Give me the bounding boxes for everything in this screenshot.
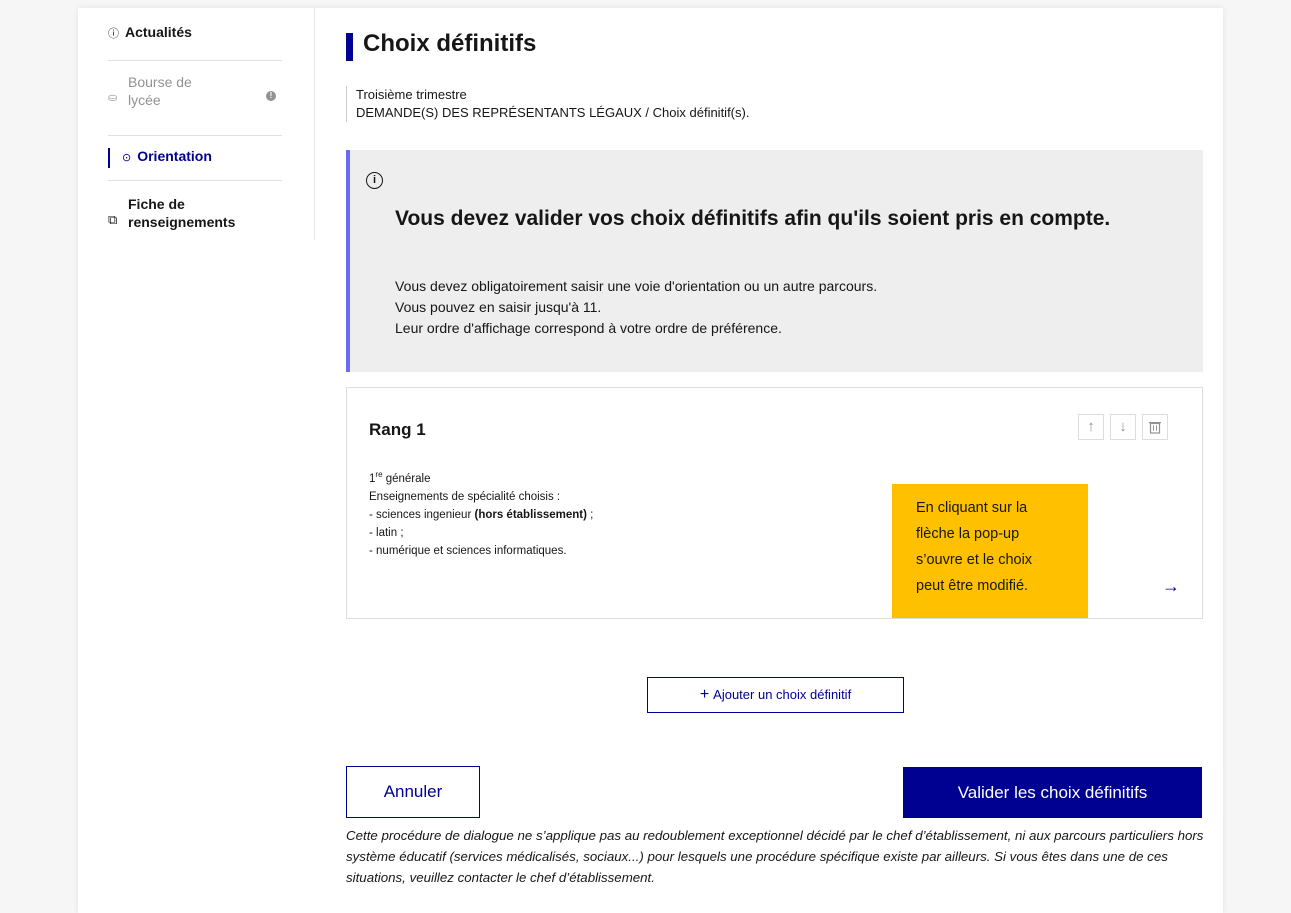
sidebar-item-bourse[interactable]: ⛀ Bourse de lycée ! bbox=[108, 61, 282, 135]
specialty-item: - numérique et sciences informatiques. bbox=[369, 544, 567, 557]
sidebar-item-orientation[interactable]: ⊙ Orientation bbox=[108, 136, 282, 180]
specialties-heading: Enseignements de spécialité choisis : bbox=[369, 490, 561, 503]
annotation-line: peut être modifié. bbox=[916, 578, 1029, 594]
page-title: Choix définitifs bbox=[363, 30, 537, 57]
callout-line: Vous devez obligatoirement saisir une vo… bbox=[395, 278, 878, 294]
specialty-item: - sciences ingenieur (hors établissement… bbox=[369, 506, 593, 524]
move-up-button[interactable]: ↑ bbox=[1078, 414, 1104, 440]
footnote: Cette procédure de dialogue ne s’appliqu… bbox=[346, 828, 1204, 885]
add-choice-button[interactable]: + Ajouter un choix définitif bbox=[647, 677, 904, 713]
add-choice-label: Ajouter un choix définitif bbox=[713, 687, 852, 702]
cancel-button[interactable]: Annuler bbox=[346, 766, 480, 818]
annotation-line: En cliquant sur la bbox=[916, 500, 1028, 516]
page-container: ⓘ Actualités ⛀ Bourse de lycée ! ⊙ Orienta… bbox=[78, 8, 1223, 913]
delete-button[interactable] bbox=[1142, 414, 1168, 440]
open-choice-arrow-icon[interactable]: → bbox=[1162, 576, 1180, 597]
sidebar-item-label: Bourse de lycée bbox=[128, 74, 192, 108]
move-down-button[interactable]: ↓ bbox=[1110, 414, 1136, 440]
sidebar-item-fiche[interactable]: ⧉ Fiche de renseignements bbox=[108, 181, 282, 251]
annotation-line: flèche la pop-up bbox=[916, 526, 1020, 542]
annotation-line: s’ouvre et le choix bbox=[916, 552, 1033, 568]
sidebar-item-actualites[interactable]: ⓘ Actualités bbox=[108, 16, 282, 60]
sidebar-separator bbox=[314, 8, 315, 240]
callout-text: Vous devez obligatoirement saisir une vo… bbox=[395, 276, 877, 339]
compass-icon: ⊙ bbox=[122, 152, 132, 164]
specialty-item: - latin ; bbox=[369, 526, 404, 539]
info-circle-icon: i bbox=[366, 172, 383, 189]
breadcrumb: Troisième trimestre DEMANDE(S) DES REPRÉ… bbox=[346, 86, 749, 122]
sidebar-item-label: Orientation bbox=[137, 148, 212, 164]
specialty-name: - sciences ingenieur bbox=[369, 508, 475, 521]
specialty-punct: ; bbox=[586, 508, 594, 521]
sidebar-item-label: Fiche de renseignements bbox=[128, 196, 236, 230]
callout-title: Vous devez valider vos choix définitifs … bbox=[395, 207, 1111, 230]
level-sup: re bbox=[375, 470, 383, 479]
callout-line: Vous pouvez en saisir jusqu'à 11. bbox=[395, 299, 602, 315]
info-circle-icon: ⓘ bbox=[108, 28, 119, 40]
sidebar-item-label: Actualités bbox=[125, 24, 192, 40]
rank-title: Rang 1 bbox=[369, 420, 426, 439]
sidebar: ⓘ Actualités ⛀ Bourse de lycée ! ⊙ Orienta… bbox=[108, 16, 282, 251]
plus-icon: + bbox=[699, 686, 710, 703]
card-actions: ↑ ↓ bbox=[1078, 414, 1168, 440]
trash-icon bbox=[1149, 422, 1161, 434]
active-indicator bbox=[108, 148, 110, 168]
choice-level: 1re générale bbox=[369, 466, 593, 488]
choice-details: 1re générale Enseignements de spécialité… bbox=[369, 466, 593, 560]
title-accent-bar bbox=[346, 33, 353, 61]
info-callout: i Vous devez valider vos choix définitif… bbox=[346, 150, 1203, 372]
info-dot-icon: ! bbox=[266, 91, 276, 101]
annotation-note: En cliquant sur la flèche la pop-up s’ou… bbox=[892, 484, 1088, 618]
validate-button[interactable]: Valider les choix définitifs bbox=[903, 767, 1202, 818]
breadcrumb-path: DEMANDE(S) DES REPRÉSENTANTS LÉGAUX / Ch… bbox=[356, 105, 750, 120]
level-label: générale bbox=[382, 472, 431, 485]
specialty-note: (hors établissement) bbox=[474, 508, 587, 521]
coins-icon: ⛀ bbox=[108, 92, 118, 104]
edit-file-icon: ⧉ bbox=[108, 212, 118, 227]
callout-line: Leur ordre d'affichage correspond à votr… bbox=[395, 320, 782, 336]
breadcrumb-period: Troisième trimestre bbox=[356, 87, 467, 102]
